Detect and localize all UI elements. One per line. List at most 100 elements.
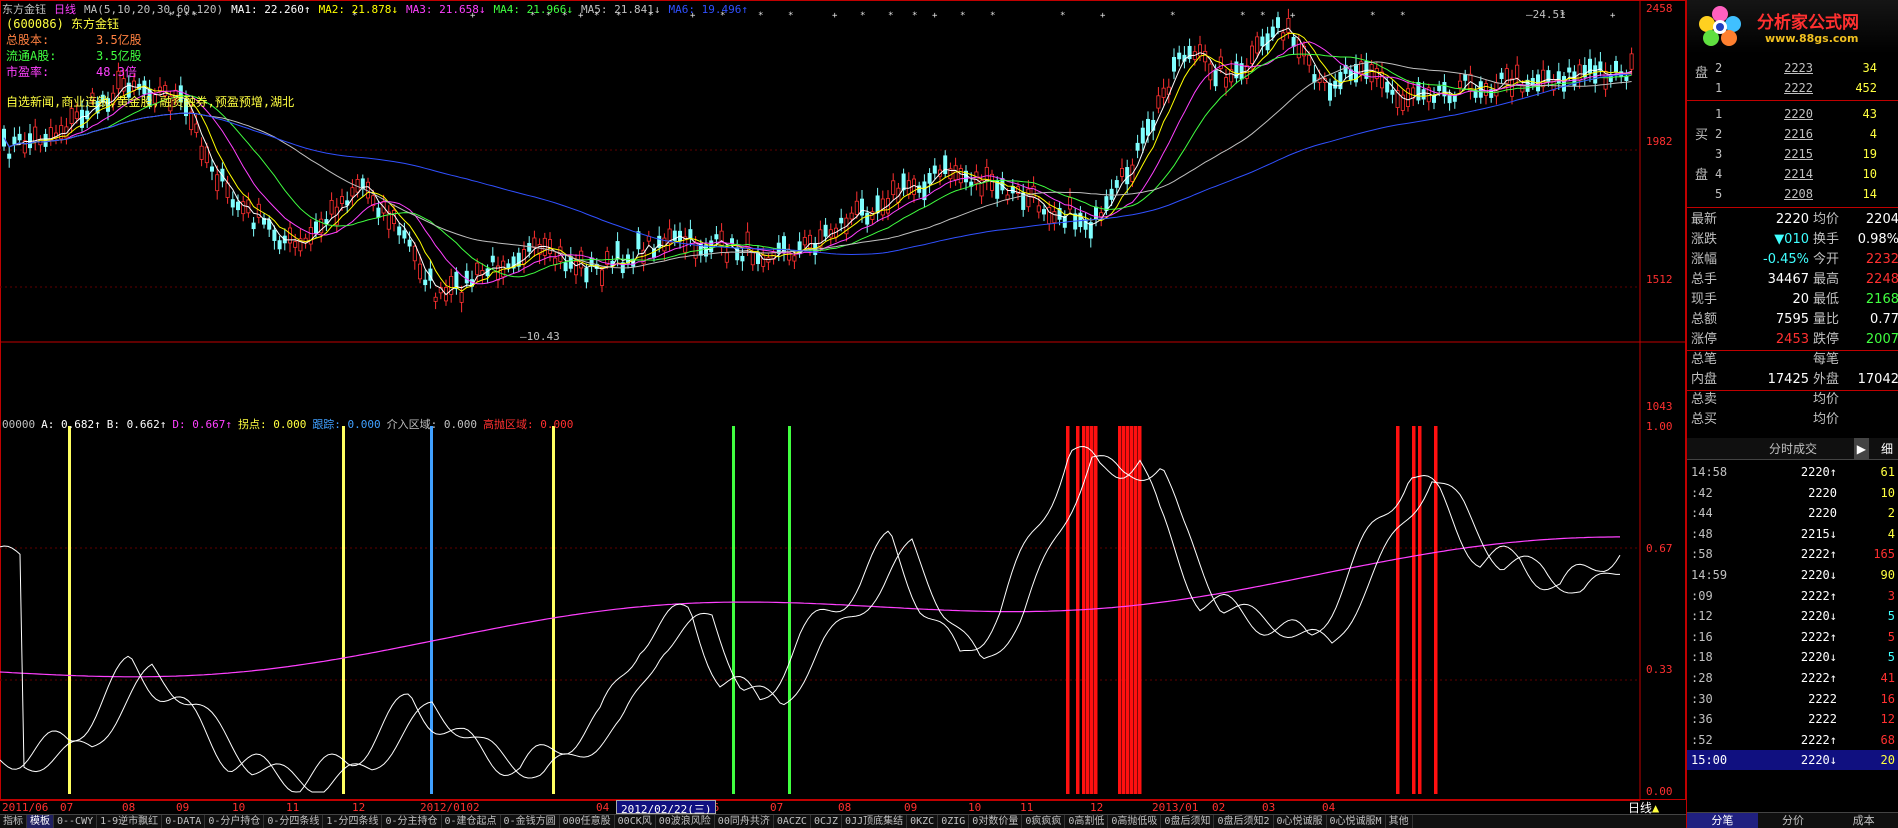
candle-body xyxy=(527,243,532,252)
right-tab-1[interactable]: 分价 xyxy=(1758,813,1829,828)
tick-row[interactable]: :16 2222↑ 5 xyxy=(1687,627,1898,647)
indicator-tab[interactable]: 0心悦诚服M xyxy=(1327,815,1386,828)
indicator-tab[interactable]: 00CK风 xyxy=(615,815,656,828)
ma1-value: MA1: 22.260↑ xyxy=(231,3,311,16)
indicator-tab[interactable]: 0对数价量 xyxy=(969,815,1023,828)
indicator-tab[interactable]: 0KZC xyxy=(907,815,939,828)
date-tick: 09 xyxy=(904,801,918,814)
triangle-up-icon[interactable]: ▲ xyxy=(1652,801,1659,815)
event-marker: * xyxy=(960,11,965,21)
signal-bar-red xyxy=(1412,426,1416,794)
indicator-tab[interactable]: 0-分四条线 xyxy=(264,815,324,828)
volume: 10 xyxy=(1862,167,1877,181)
price-axis-label: 1982 xyxy=(1646,135,1673,148)
signal-bar-red xyxy=(1130,426,1134,794)
date-tick: 11 xyxy=(286,801,300,814)
cursor-date-badge: 2012/02/22(三) xyxy=(616,800,717,816)
tick-volume: 12 xyxy=(1880,712,1895,727)
indicator-tab[interactable]: 0盘后须知2 xyxy=(1214,815,1274,828)
stat-key: 外盘 xyxy=(1813,372,1840,387)
right-tab-2[interactable]: 成本 xyxy=(1828,813,1898,828)
candle-body xyxy=(1255,36,1260,54)
tick-row[interactable]: 14:58 2220↑ 61 xyxy=(1687,462,1898,482)
tick-row[interactable]: :42 2220 10 xyxy=(1687,483,1898,503)
indicator-tab[interactable]: 0高割低 xyxy=(1065,815,1109,828)
candle-body xyxy=(69,108,74,124)
indicator-tab[interactable]: 1-分四条线 xyxy=(323,815,383,828)
indicator-tab[interactable]: 0-DATA xyxy=(162,815,206,828)
tick-row[interactable]: :44 2220 2 xyxy=(1687,503,1898,523)
candle-body xyxy=(1385,81,1390,93)
tick-row[interactable]: :36 2222 12 xyxy=(1687,709,1898,729)
tick-row[interactable]: :52 2222↑ 68 xyxy=(1687,730,1898,750)
candle-body xyxy=(1156,95,1161,109)
indicator-tab[interactable]: 0JJ顶底集结 xyxy=(842,815,908,828)
tick-row[interactable]: :28 2222↑ 41 xyxy=(1687,668,1898,688)
stat-key: 总买 xyxy=(1691,412,1718,427)
tick-row[interactable]: :48 2215↓ 4 xyxy=(1687,524,1898,544)
indicator-tab[interactable]: 0ZIG xyxy=(938,815,970,828)
candle-body xyxy=(33,126,38,143)
low-annotation: —10.43 xyxy=(520,330,560,343)
right-tab-0[interactable]: 分笔 xyxy=(1687,813,1758,828)
indicator-tab[interactable]: 00波浪风险 xyxy=(656,815,715,828)
indicator-tab[interactable]: 0疯疯疯 xyxy=(1022,815,1066,828)
period-label-text: 日线 xyxy=(1628,801,1653,815)
candle-body xyxy=(1515,64,1520,79)
indicator-tab[interactable]: 1-9逆市飘红 xyxy=(97,815,163,828)
tick-row[interactable]: :18 2220↓ 5 xyxy=(1687,647,1898,667)
stat-key: 总卖 xyxy=(1691,392,1718,407)
orderbook-buy-row[interactable]: 4 2214 10 xyxy=(1687,164,1898,184)
indicator-tab[interactable]: 其他 xyxy=(1386,815,1413,828)
ticks-detail-button[interactable]: 细 xyxy=(1881,438,1893,460)
indicator-tab[interactable]: 指标 xyxy=(0,815,27,828)
indicator-tab[interactable]: 0心悦诚服 xyxy=(1274,815,1327,828)
stat-key: 均价 xyxy=(1813,392,1840,407)
stat-key: 涨幅 xyxy=(1691,252,1718,267)
indicator-tab[interactable]: 模板 xyxy=(27,815,54,828)
indicator-tab[interactable]: 000任意股 xyxy=(560,815,615,828)
indicator-tab[interactable]: 0-分户持仓 xyxy=(205,815,265,828)
tick-row[interactable]: 14:59 2220↓ 90 xyxy=(1687,565,1898,585)
tick-row[interactable]: :30 2222 16 xyxy=(1687,689,1898,709)
indicator-tab[interactable]: 0盘后须知 xyxy=(1161,815,1215,828)
indicator-tab[interactable]: 0-金钱方圆 xyxy=(501,815,560,828)
float-shares-label: 流通A股: xyxy=(6,49,57,63)
orderbook-sell-row[interactable]: 1 2222 452 xyxy=(1687,78,1898,98)
price: 2223 xyxy=(1784,61,1813,75)
candle-body xyxy=(849,212,854,220)
level: 1 xyxy=(1715,81,1723,95)
tick-price: 2220↓ xyxy=(1800,650,1837,665)
kline-chart[interactable]: 24581982151210431.000.670.330.00—24.51—1… xyxy=(0,0,1686,800)
indicator-tab[interactable]: 0-建仓起点 xyxy=(442,815,501,828)
candle-body xyxy=(1499,72,1504,80)
ticks-arrow-icon[interactable]: ▶ xyxy=(1853,438,1869,460)
separator xyxy=(1687,207,1898,208)
orderbook-buy-row[interactable]: 3 2215 19 xyxy=(1687,144,1898,164)
orderbook-buy-row[interactable]: 1 2220 43 xyxy=(1687,104,1898,124)
candle-body xyxy=(823,224,828,237)
indicator-tab[interactable]: 0CJZ xyxy=(811,815,843,828)
candle-body xyxy=(293,241,298,248)
tick-row[interactable]: :09 2222↑ 3 xyxy=(1687,586,1898,606)
orderbook-buy-row[interactable]: 5 2208 14 xyxy=(1687,184,1898,204)
volume: 4 xyxy=(1869,127,1877,141)
candle-body xyxy=(1146,118,1151,136)
chart-area[interactable]: 2458 1982 1512 1043 1.00 0.67 0.33 0.00 —24.51 —1… xyxy=(0,0,1686,800)
indicator-tab[interactable]: 0--CWY xyxy=(54,815,98,828)
candle-body xyxy=(417,263,422,280)
indicator-tab[interactable]: 0ACZC xyxy=(774,815,811,828)
indicator-guaidian: 拐点: 0.000 xyxy=(237,418,307,431)
date-tick: 12 xyxy=(1090,801,1104,814)
tick-row[interactable]: 15:00 2220↓ 20 xyxy=(1687,750,1898,771)
candle-body xyxy=(1463,74,1468,81)
tick-row[interactable]: :12 2220↓ 5 xyxy=(1687,606,1898,626)
ticks-header[interactable]: 分时成交 ▶ 细 xyxy=(1687,438,1898,460)
indicator-tab[interactable]: 0-分主持仓 xyxy=(382,815,442,828)
indicator-tab[interactable]: 00同舟共济 xyxy=(715,815,774,828)
event-marker: * xyxy=(1170,11,1175,21)
tick-row[interactable]: :58 2222↑ 165 xyxy=(1687,544,1898,564)
orderbook-buy-row[interactable]: 2 2216 4 xyxy=(1687,124,1898,144)
indicator-tab[interactable]: 0高抛低吸 xyxy=(1108,815,1162,828)
orderbook-sell-row[interactable]: 2 2223 34 xyxy=(1687,58,1898,78)
